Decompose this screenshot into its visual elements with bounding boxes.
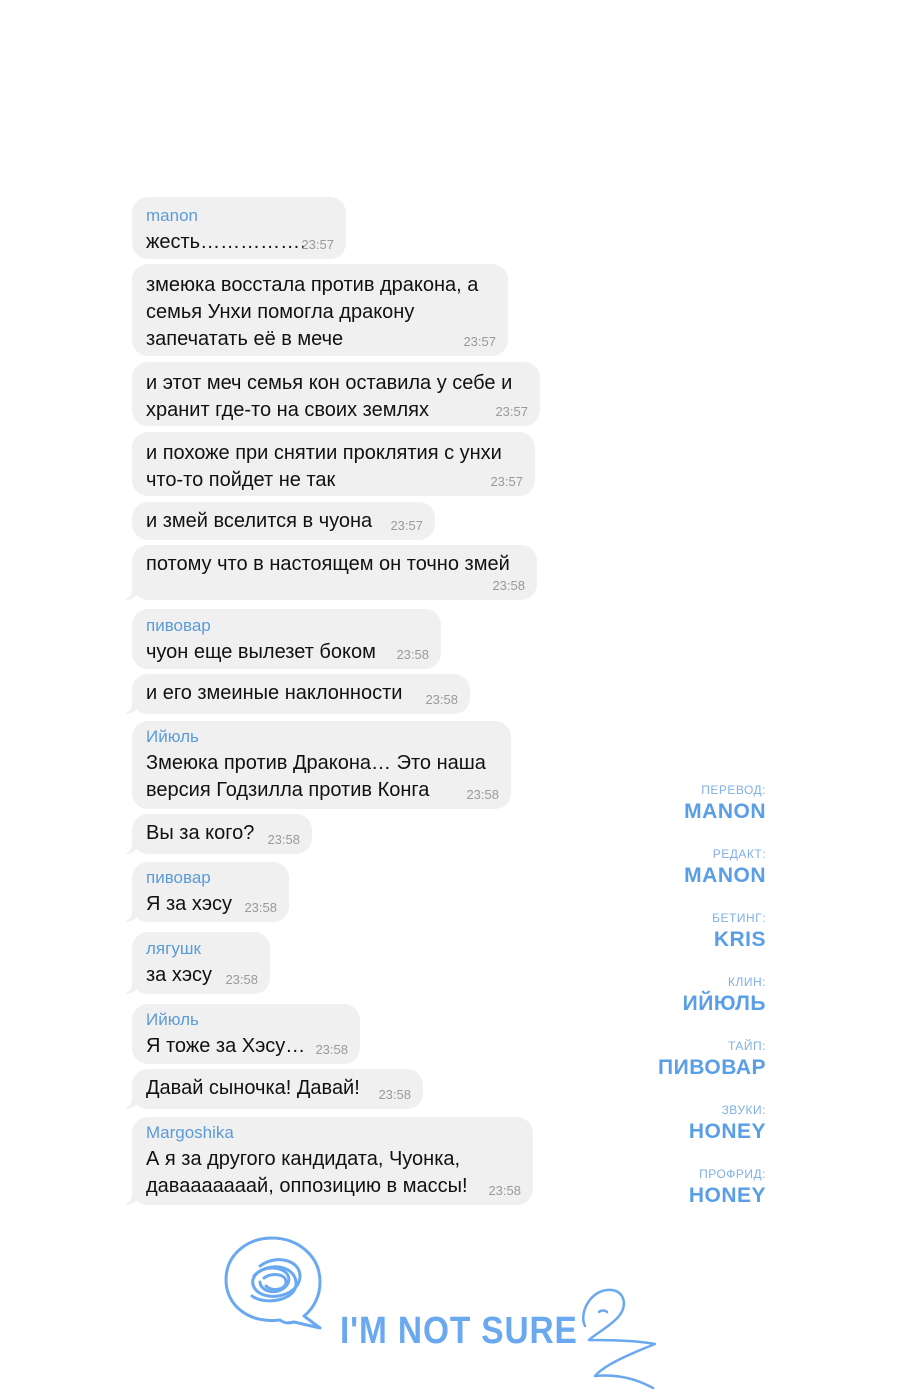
message-text: Змеюка против Дракона… Это наша версия Г…: [146, 752, 486, 801]
message-time: 23:58: [378, 1087, 411, 1102]
credit-sounds: ЗВУКИ: HONEY: [658, 1102, 766, 1166]
message-time: 23:58: [267, 832, 300, 847]
credit-name: HONEY: [688, 1184, 766, 1207]
message-time: 23:58: [396, 647, 429, 662]
message-bubble[interactable]: и его змеиные наклонности 23:58: [120, 674, 470, 714]
message-text: змеюка восстала против дракона, а семья …: [146, 274, 479, 350]
message-text: и этот меч семья кон оставила у себе и х…: [146, 372, 513, 421]
message-bubble[interactable]: Давай сыночка! Давай! 23:58: [120, 1069, 423, 1109]
credit-editing: РЕДАКТ: MANON: [658, 846, 766, 910]
credit-label: ПРОФРИД:: [699, 1167, 766, 1181]
message-bubble[interactable]: manon жесть……………. 23:57: [132, 197, 346, 259]
message-bubble[interactable]: змеюка восстала против дракона, а семья …: [132, 264, 508, 356]
credit-name: ИЙЮЛЬ: [682, 992, 766, 1015]
sender-name: пивовар: [146, 616, 211, 635]
message-time: 23:58: [315, 1042, 348, 1057]
credit-label: БЕТИНГ:: [712, 911, 766, 925]
message-time: 23:57: [301, 237, 334, 252]
message-bubble[interactable]: Вы за кого? 23:58: [120, 814, 312, 854]
message-text: и похоже при снятии проклятия с унхи что…: [146, 442, 502, 491]
message-text: Вы за кого?: [146, 822, 255, 844]
credit-name: HONEY: [688, 1120, 766, 1143]
credit-label: ПЕРЕВОД:: [701, 783, 766, 797]
credit-name: ПИВОВАР: [658, 1056, 766, 1079]
message-bubble[interactable]: пивовар Я за хэсу 23:58: [120, 862, 289, 922]
message-text: А я за другого кандидата, Чуонка, давааа…: [146, 1148, 468, 1197]
message-text: потому что в настоящем он точно змей: [146, 553, 510, 575]
credit-name: MANON: [684, 800, 766, 823]
logo-text: I'M NOT SURE: [340, 1310, 578, 1352]
message-time: 23:57: [463, 334, 496, 349]
message-time: 23:58: [466, 787, 499, 802]
credit-translation: ПЕРЕВОД: MANON: [658, 782, 766, 846]
message-text: за хэсу: [146, 964, 213, 986]
sender-name: лягушк: [146, 939, 201, 958]
scribble-speech-bubble-icon: [220, 1232, 330, 1337]
sender-name: manon: [146, 206, 198, 225]
credit-label: КЛИН:: [728, 975, 766, 989]
message-time: 23:57: [495, 404, 528, 419]
squiggle-icon: [575, 1284, 665, 1398]
credit-beta: БЕТИНГ: KRIS: [658, 910, 766, 974]
credit-name: MANON: [684, 864, 766, 887]
message-bubble[interactable]: пивовар чуон еще вылезет боком 23:58: [132, 609, 441, 669]
message-time: 23:58: [488, 1183, 521, 1198]
sender-name: Ийюль: [146, 727, 199, 746]
message-text: и змей вселится в чуона: [146, 510, 373, 532]
message-bubble[interactable]: лягушк за хэсу 23:58: [120, 932, 270, 994]
credit-clean: КЛИН: ИЙЮЛЬ: [658, 974, 766, 1038]
sender-name: пивовар: [146, 868, 211, 887]
message-time: 23:58: [225, 972, 258, 987]
message-text: жесть…………….: [146, 231, 306, 253]
credit-name: KRIS: [713, 928, 766, 951]
credit-label: РЕДАКТ:: [712, 847, 766, 861]
credit-type: ТАЙП: ПИВОВАР: [658, 1038, 766, 1102]
message-time: 23:58: [492, 578, 525, 593]
message-bubble[interactable]: и похоже при снятии проклятия с унхи что…: [132, 432, 535, 496]
credit-label: ТАЙП:: [727, 1039, 766, 1053]
message-bubble[interactable]: Ийюль Змеюка против Дракона… Это наша ве…: [132, 721, 511, 809]
message-text: Я тоже за Хэсу…: [146, 1035, 306, 1057]
credit-label: ЗВУКИ:: [721, 1103, 766, 1117]
message-time: 23:58: [425, 692, 458, 707]
message-text: Давай сыночка! Давай!: [146, 1077, 360, 1099]
message-bubble[interactable]: Ийюль Я тоже за Хэсу… 23:58: [132, 1004, 360, 1064]
message-text: и его змеиные наклонности: [146, 682, 403, 704]
message-bubble[interactable]: Margoshika А я за другого кандидата, Чуо…: [120, 1117, 533, 1205]
credits-panel: ПЕРЕВОД: MANON РЕДАКТ: MANON БЕТИНГ: KRI…: [658, 782, 766, 1230]
sender-name: Margoshika: [146, 1123, 234, 1142]
credit-proofread: ПРОФРИД: HONEY: [658, 1166, 766, 1230]
sender-name: Ийюль: [146, 1010, 199, 1029]
message-bubble[interactable]: и этот меч семья кон оставила у себе и х…: [132, 362, 540, 426]
message-text: Я за хэсу: [146, 893, 233, 915]
message-time: 23:57: [490, 474, 523, 489]
message-bubble[interactable]: потому что в настоящем он точно змей 23:…: [120, 545, 537, 600]
message-bubble[interactable]: и змей вселится в чуона 23:57: [132, 502, 435, 540]
message-time: 23:58: [244, 900, 277, 915]
message-time: 23:57: [390, 518, 423, 533]
message-text: чуон еще вылезет боком: [146, 641, 376, 663]
